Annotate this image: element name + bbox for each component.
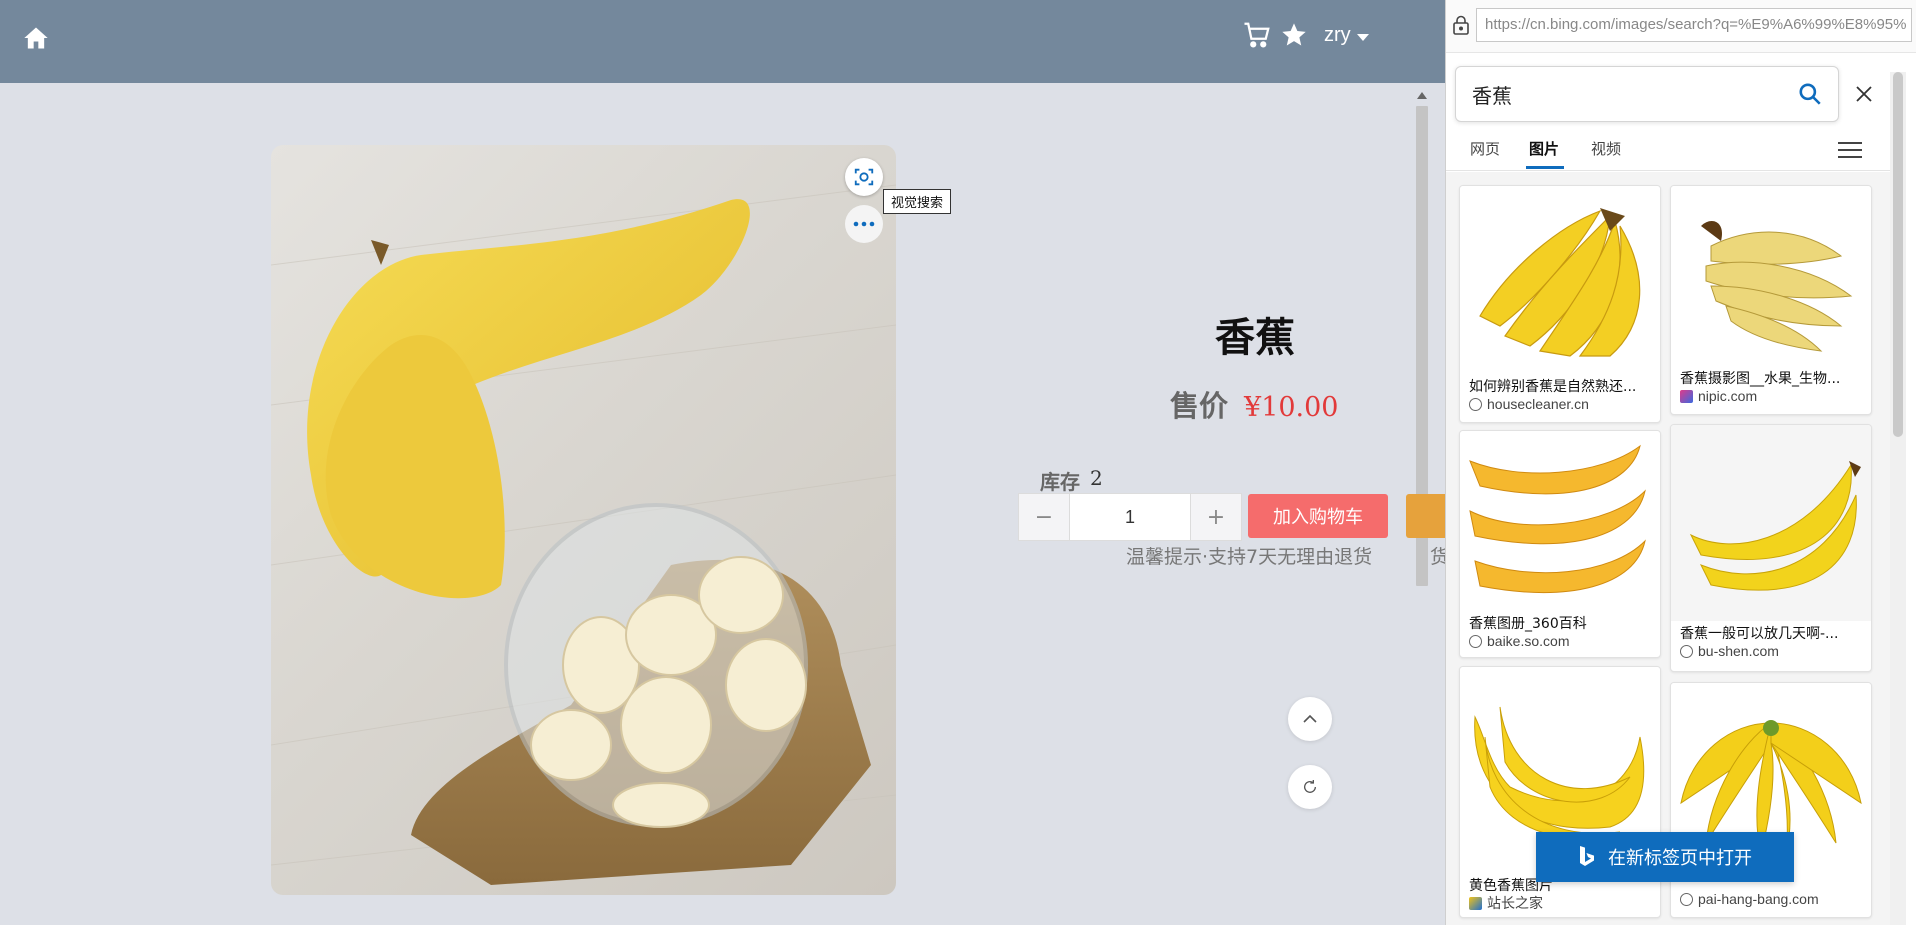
side-panel-address-bar: https://cn.bing.com/images/search?q=%E9%…: [1446, 0, 1916, 53]
chevron-down-icon: [1356, 33, 1369, 41]
result-source: baike.so.com: [1469, 633, 1569, 649]
result-source: 站长之家: [1469, 893, 1543, 913]
globe-icon: [1469, 634, 1482, 648]
result-source-domain: bu-shen.com: [1698, 643, 1779, 659]
result-card[interactable]: 香蕉摄影图__水果_生物... nipic.com: [1670, 185, 1872, 415]
result-source-domain: 站长之家: [1487, 895, 1543, 911]
quantity-increase-button[interactable]: +: [1191, 494, 1241, 540]
stock-row: 库存 2: [1040, 466, 1103, 495]
search-icon[interactable]: [1797, 81, 1823, 107]
tab-videos[interactable]: 视频: [1591, 138, 1621, 159]
quantity-decrease-button[interactable]: −: [1019, 494, 1069, 540]
cart-icon[interactable]: [1242, 20, 1272, 50]
result-source: nipic.com: [1680, 388, 1757, 404]
star-icon[interactable]: [1280, 21, 1308, 49]
product-title: 香蕉: [1215, 315, 1295, 361]
quantity-stepper: − +: [1018, 493, 1242, 541]
result-title: 香蕉图册_360百科: [1469, 616, 1587, 632]
price-value: ¥10.00: [1244, 392, 1339, 423]
visual-search-icon: [854, 168, 874, 186]
result-title: 香蕉一般可以放几天啊-...: [1680, 626, 1839, 642]
hamburger-menu-icon[interactable]: [1836, 138, 1864, 162]
side-panel-scrollbar[interactable]: [1890, 72, 1906, 925]
result-source: pai-hang-bang.com: [1680, 891, 1819, 907]
refresh-button[interactable]: [1288, 765, 1332, 809]
price-label: 售价: [1170, 389, 1229, 423]
chinaz-favicon-icon: [1469, 896, 1482, 910]
result-source: housecleaner.cn: [1469, 396, 1589, 412]
stock-value: 2: [1090, 466, 1103, 490]
result-title: 如何辨别香蕉是自然熟还...: [1469, 379, 1637, 395]
bing-logo-icon: [1580, 846, 1594, 866]
result-card[interactable]: 如何辨别香蕉是自然熟还... housecleaner.cn: [1459, 185, 1661, 423]
result-source-domain: baike.so.com: [1487, 633, 1570, 649]
product-image: [271, 145, 896, 895]
open-in-new-tab-button[interactable]: 在新标签页中打开: [1536, 832, 1794, 882]
nipic-favicon-icon: [1680, 389, 1693, 403]
globe-icon: [1680, 644, 1693, 658]
user-menu[interactable]: zry: [1324, 24, 1369, 47]
active-tab-indicator: [1526, 166, 1564, 169]
refresh-icon: [1304, 780, 1316, 793]
result-card[interactable]: 香蕉图册_360百科 baike.so.com: [1459, 430, 1661, 658]
bing-search-box: [1455, 66, 1839, 122]
lock-icon: [1453, 15, 1469, 35]
close-icon[interactable]: [1854, 84, 1874, 104]
search-type-tabs: 网页 图片 视频: [1446, 134, 1901, 171]
globe-icon: [1469, 397, 1482, 411]
side-scrollbar-thumb[interactable]: [1893, 72, 1903, 437]
search-input[interactable]: [1470, 77, 1774, 111]
username-label: zry: [1324, 24, 1351, 46]
result-card[interactable]: pai-hang-bang.com: [1670, 682, 1872, 918]
globe-icon: [1680, 892, 1693, 906]
return-policy-tip: 温馨提示·支持7天无理由退货: [1126, 546, 1373, 568]
result-source-domain: housecleaner.cn: [1487, 396, 1589, 412]
visual-search-button[interactable]: [845, 158, 883, 196]
clipped-tip-text: 货: [1430, 546, 1445, 568]
top-nav-bar: zry: [0, 0, 1445, 83]
quantity-input[interactable]: [1069, 494, 1191, 540]
open-in-new-tab-label: 在新标签页中打开: [1608, 848, 1752, 869]
tab-images[interactable]: 图片: [1529, 138, 1559, 159]
home-icon[interactable]: [22, 24, 50, 52]
image-results-grid: 如何辨别香蕉是自然熟还... housecleaner.cn 香蕉摄影图__水果…: [1446, 172, 1901, 925]
result-source-domain: nipic.com: [1698, 388, 1758, 404]
result-thumbnail: [1460, 431, 1660, 611]
scroll-up-arrow-icon[interactable]: [1417, 92, 1427, 99]
price-row: 售价 ¥10.00: [1170, 383, 1339, 425]
result-source: bu-shen.com: [1680, 643, 1779, 659]
url-field[interactable]: https://cn.bing.com/images/search?q=%E9%…: [1476, 8, 1912, 42]
more-options-button[interactable]: [845, 205, 883, 243]
result-thumbnail: [1671, 186, 1871, 366]
result-thumbnail: [1671, 425, 1871, 621]
scroll-to-top-button[interactable]: [1288, 697, 1332, 741]
visual-search-tooltip: 视觉搜索: [883, 189, 952, 214]
more-dots-icon: [853, 221, 875, 227]
buy-now-button[interactable]: [1406, 494, 1445, 538]
add-to-cart-button[interactable]: 加入购物车: [1248, 494, 1388, 538]
bing-side-panel: https://cn.bing.com/images/search?q=%E9%…: [1445, 0, 1916, 925]
tab-web[interactable]: 网页: [1470, 138, 1500, 159]
chevron-up-icon: [1303, 714, 1317, 723]
result-source-domain: pai-hang-bang.com: [1698, 891, 1819, 907]
banana-photo: [271, 184, 896, 885]
result-title: 香蕉摄影图__水果_生物...: [1680, 371, 1841, 387]
stock-label: 库存: [1040, 470, 1080, 494]
result-card[interactable]: 香蕉一般可以放几天啊-... bu-shen.com: [1670, 424, 1872, 672]
result-thumbnail: [1460, 186, 1660, 376]
